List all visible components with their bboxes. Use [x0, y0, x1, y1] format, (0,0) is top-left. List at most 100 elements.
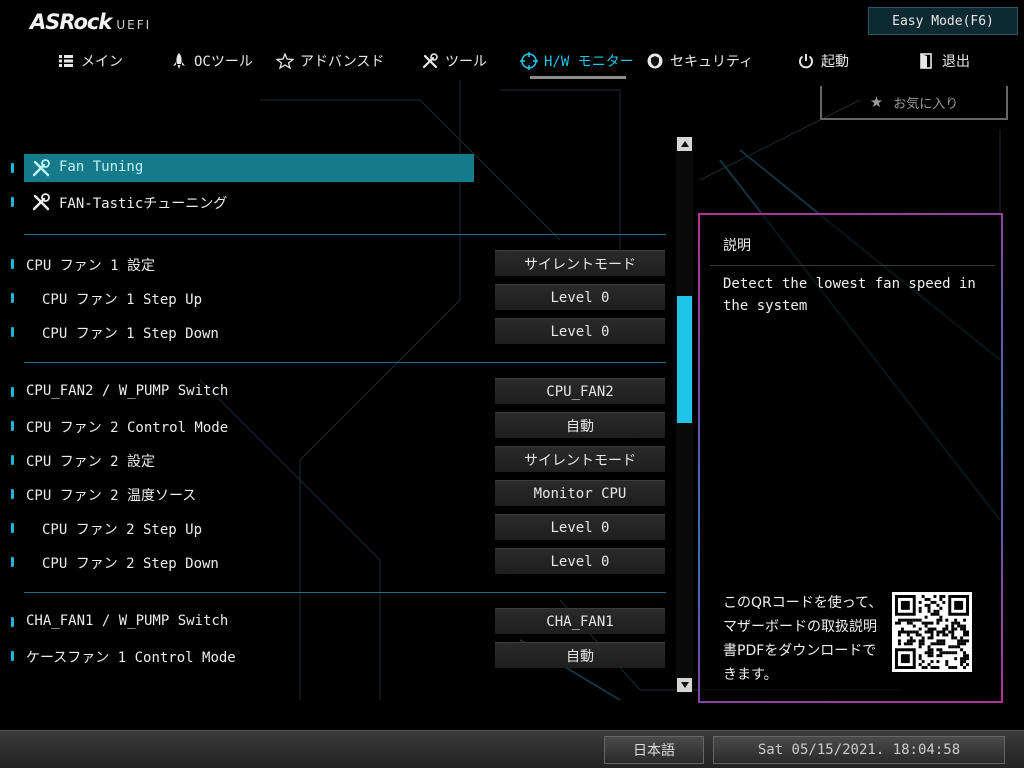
datetime-display: Sat 05/15/2021. 18:04:58 — [713, 736, 1005, 764]
setting-label: CPU ファン 2 設定 — [26, 454, 156, 470]
setting-row-cpu-fan2-step-up[interactable]: CPU ファン 2 Step Up Level 0 — [0, 514, 672, 542]
setting-value[interactable]: Level 0 — [495, 284, 665, 310]
setting-value[interactable]: Level 0 — [495, 548, 665, 574]
row-marker — [11, 557, 14, 567]
tab-boot-label: 起動 — [821, 54, 849, 70]
tools-icon — [32, 159, 50, 177]
top-navigation: メイン OCツール アドバンスド ツール H/W モニター セキュリティ 起動 … — [0, 46, 1024, 79]
qr-code-image — [892, 592, 972, 672]
setting-row-cpu-fan1-setting[interactable]: CPU ファン 1 設定 サイレントモード — [0, 250, 672, 278]
language-button[interactable]: 日本語 — [604, 736, 704, 764]
tab-hw-monitor[interactable]: H/W モニター — [520, 46, 634, 76]
setting-row-cpu-fan2-step-down[interactable]: CPU ファン 2 Step Down Level 0 — [0, 548, 672, 576]
arrow-up-icon — [680, 141, 689, 147]
setting-row-cpu-fan2-temp-source[interactable]: CPU ファン 2 温度ソース Monitor CPU — [0, 480, 672, 508]
setting-label: CPU ファン 1 Step Down — [42, 326, 219, 342]
favorites-label: お気に入り — [893, 96, 959, 112]
row-marker — [11, 489, 14, 499]
exit-icon — [918, 52, 936, 70]
setting-label: CHA_FAN1 / W_PUMP Switch — [26, 613, 229, 629]
row-marker — [11, 455, 14, 465]
row-marker — [11, 617, 14, 627]
setting-label: CPU ファン 2 温度ソース — [26, 488, 197, 504]
tools-icon — [421, 52, 439, 70]
active-tab-indicator — [530, 76, 626, 79]
tab-boot[interactable]: 起動 — [797, 46, 849, 76]
setting-value[interactable]: 自動 — [495, 412, 665, 438]
shield-icon — [646, 52, 664, 70]
setting-value[interactable]: サイレントモード — [495, 446, 665, 472]
row-marker — [11, 327, 14, 337]
setting-value[interactable]: CPU_FAN2 — [495, 378, 665, 404]
menu-item-fan-tastic-tuning[interactable]: FAN-Tasticチューニング — [0, 188, 672, 216]
setting-row-cpu-fan1-step-up[interactable]: CPU ファン 1 Step Up Level 0 — [0, 284, 672, 312]
setting-row-cpu-fan2-setting[interactable]: CPU ファン 2 設定 サイレントモード — [0, 446, 672, 474]
section-divider — [24, 362, 666, 363]
setting-value[interactable]: Level 0 — [495, 318, 665, 344]
tools-icon — [32, 193, 50, 211]
setting-value[interactable]: サイレントモード — [495, 250, 665, 276]
qr-description-text: このQRコードを使って、マザーボードの取扱説明書PDFをダウンロードできます。 — [723, 595, 883, 683]
tab-tools-label: ツール — [445, 54, 487, 70]
description-title: 説明 — [723, 238, 751, 254]
row-marker — [11, 421, 14, 431]
favorites-button[interactable]: ★ お気に入り — [820, 86, 1008, 120]
row-marker — [11, 293, 14, 303]
setting-row-cha-fan1-switch[interactable]: CHA_FAN1 / W_PUMP Switch CHA_FAN1 — [0, 608, 672, 636]
description-text: Detect the lowest fan speed in the syste… — [723, 276, 976, 314]
setting-label: CPU ファン 2 Step Down — [42, 556, 219, 572]
setting-row-cpu-fan2-switch[interactable]: CPU_FAN2 / W_PUMP Switch CPU_FAN2 — [0, 378, 672, 406]
tab-advanced-label: アドバンスド — [300, 54, 385, 70]
scroll-down-button[interactable] — [677, 678, 692, 692]
easy-mode-button[interactable]: Easy Mode(F6) — [868, 7, 1018, 35]
tab-advanced[interactable]: アドバンスド — [276, 46, 384, 76]
menu-item-label: FAN-Tasticチューニング — [59, 196, 228, 212]
row-marker — [11, 651, 14, 661]
star-outline-icon — [276, 52, 294, 70]
star-icon: ★ — [869, 93, 884, 111]
row-marker — [11, 523, 14, 533]
scrollbar-thumb[interactable] — [677, 296, 692, 423]
tab-tools[interactable]: ツール — [421, 46, 487, 76]
monitor-icon — [520, 52, 538, 70]
qr-code-pattern — [895, 595, 969, 669]
arrow-down-icon — [680, 682, 689, 688]
tab-security-label: セキュリティ — [670, 54, 754, 70]
setting-label: CPU ファン 1 設定 — [26, 258, 156, 274]
rocket-icon — [170, 52, 188, 70]
section-divider — [24, 234, 666, 235]
tab-exit[interactable]: 退出 — [918, 46, 970, 76]
setting-label: CPU ファン 1 Step Up — [42, 292, 203, 308]
tab-main-label: メイン — [81, 54, 123, 70]
setting-row-cpu-fan2-control-mode[interactable]: CPU ファン 2 Control Mode 自動 — [0, 412, 672, 440]
setting-value[interactable]: 自動 — [495, 642, 665, 668]
menu-item-fan-tuning[interactable]: Fan Tuning — [0, 154, 672, 182]
scroll-up-button[interactable] — [677, 137, 692, 151]
description-divider — [710, 265, 995, 266]
tab-hw-monitor-label: H/W モニター — [544, 54, 634, 70]
tab-oc-tools[interactable]: OCツール — [170, 46, 253, 76]
row-marker — [11, 197, 14, 207]
tab-oc-tools-label: OCツール — [194, 54, 253, 70]
tab-exit-label: 退出 — [942, 54, 970, 70]
setting-value[interactable]: CHA_FAN1 — [495, 608, 665, 634]
section-divider — [24, 592, 666, 593]
setting-value[interactable]: Level 0 — [495, 514, 665, 540]
setting-label: ケースファン 1 Control Mode — [26, 650, 236, 666]
setting-label: CPU ファン 2 Control Mode — [26, 420, 229, 436]
setting-row-cpu-fan1-step-down[interactable]: CPU ファン 1 Step Down Level 0 — [0, 318, 672, 346]
setting-label: CPU ファン 2 Step Up — [42, 522, 203, 538]
tab-security[interactable]: セキュリティ — [646, 46, 753, 76]
row-marker — [11, 259, 14, 269]
row-marker — [11, 163, 14, 173]
asrock-logo: ASRock UEFI — [30, 10, 151, 36]
power-icon — [797, 52, 815, 70]
logo-text: ASRock — [30, 10, 112, 34]
setting-label: CPU_FAN2 / W_PUMP Switch — [26, 383, 229, 399]
row-marker — [11, 387, 14, 397]
setting-row-case-fan1-control-mode[interactable]: ケースファン 1 Control Mode 自動 — [0, 642, 672, 670]
tab-main[interactable]: メイン — [57, 46, 123, 76]
setting-value[interactable]: Monitor CPU — [495, 480, 665, 506]
list-icon — [57, 52, 75, 70]
settings-list: Fan Tuning FAN-Tasticチューニング CPU ファン 1 設定… — [0, 150, 672, 695]
